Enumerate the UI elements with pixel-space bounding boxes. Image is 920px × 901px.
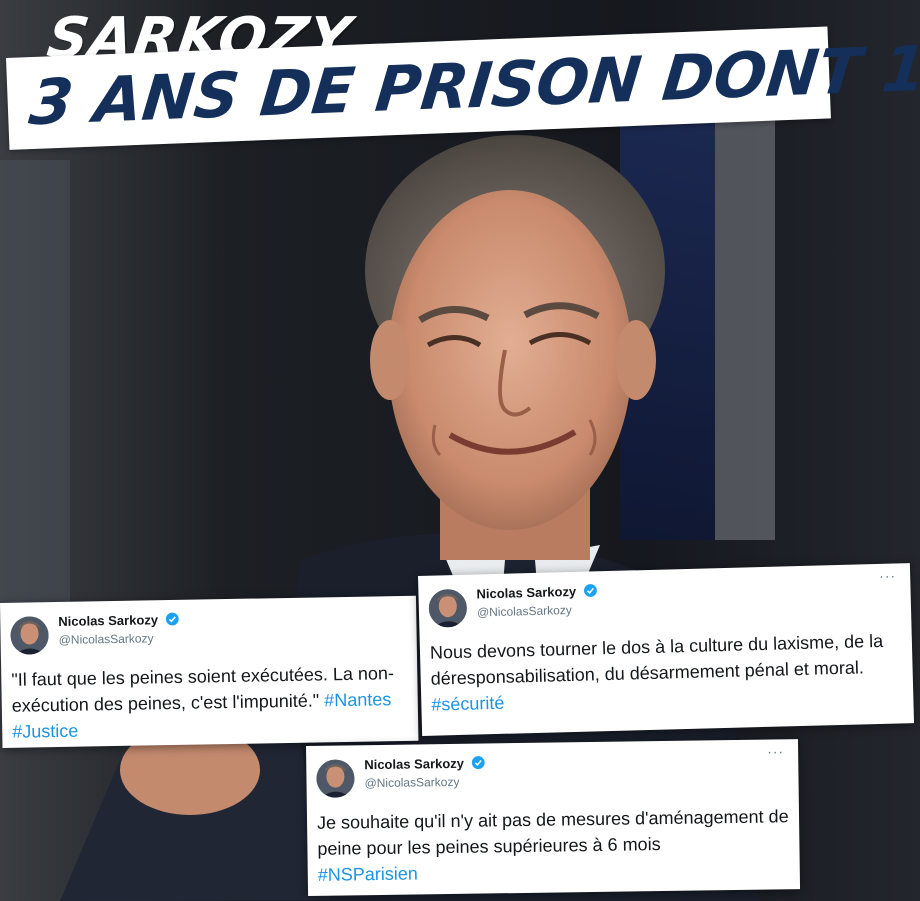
- tweet-author-name[interactable]: Nicolas Sarkozy: [476, 583, 598, 601]
- tweet-text: Nous devons tourner le dos à la culture …: [430, 627, 906, 717]
- hashtag-link[interactable]: #Nantes: [324, 689, 391, 710]
- verified-badge-icon: [166, 612, 180, 626]
- more-options-icon[interactable]: ···: [879, 567, 896, 583]
- author-name-text: Nicolas Sarkozy: [364, 755, 465, 773]
- tweet-text: "Il faut que les peines soient exécutées…: [11, 660, 410, 745]
- tweet-card-2[interactable]: Nicolas Sarkozy @NicolasSarkozy ··· Nous…: [418, 563, 915, 736]
- headline: SARKOZY 3 ANS DE PRISON DONT 1 FERME: [0, 0, 920, 170]
- tweet-author-handle[interactable]: @NicolasSarkozy: [364, 775, 459, 790]
- tweet-author-name[interactable]: Nicolas Sarkozy: [364, 755, 486, 772]
- hashtag-link[interactable]: #Justice: [12, 721, 78, 742]
- hashtag-link[interactable]: #sécurité: [431, 693, 505, 715]
- author-name-text: Nicolas Sarkozy: [58, 612, 159, 629]
- verified-badge-icon: [584, 584, 598, 597]
- tweet-author-handle[interactable]: @NicolasSarkozy: [59, 631, 154, 647]
- tweet-author-handle[interactable]: @NicolasSarkozy: [477, 603, 572, 619]
- avatar[interactable]: [316, 759, 355, 798]
- author-name-text: Nicolas Sarkozy: [476, 583, 577, 602]
- tweet-card-3[interactable]: Nicolas Sarkozy @NicolasSarkozy ··· Je s…: [306, 739, 801, 896]
- tweet-text: Je souhaite qu'il n'y ait pas de mesures…: [317, 803, 792, 888]
- avatar[interactable]: [428, 588, 468, 628]
- tweet-author-name[interactable]: Nicolas Sarkozy: [58, 612, 180, 629]
- more-options-icon[interactable]: ···: [767, 743, 784, 759]
- tweet-card-1[interactable]: Nicolas Sarkozy @NicolasSarkozy "Il faut…: [0, 595, 419, 748]
- tweet-text-content: Nous devons tourner le dos à la culture …: [429, 630, 884, 689]
- avatar[interactable]: [10, 616, 49, 655]
- tweet-text-content: Je souhaite qu'il n'y ait pas de mesures…: [316, 806, 789, 859]
- hashtag-link[interactable]: #NSParisien: [318, 863, 418, 884]
- verified-badge-icon: [472, 756, 486, 770]
